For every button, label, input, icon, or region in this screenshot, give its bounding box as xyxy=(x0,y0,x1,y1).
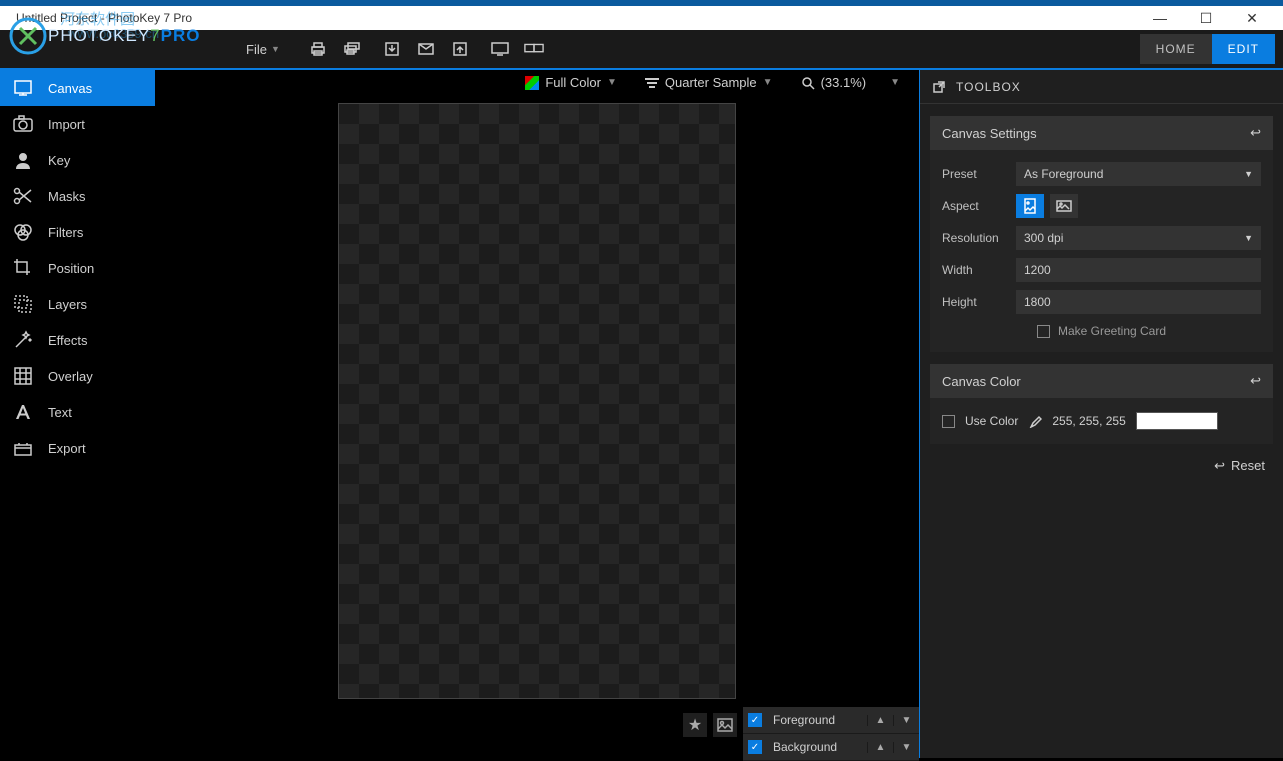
greeting-card-checkbox[interactable] xyxy=(1037,325,1050,338)
layers-icon xyxy=(12,293,34,315)
top-toolbar: PHOTOKEY7PRO 河东软件园 www.pc0359.cn File▼ H… xyxy=(0,30,1283,70)
grid-icon xyxy=(12,365,34,387)
person-icon xyxy=(12,149,34,171)
print-batch-icon[interactable] xyxy=(342,39,362,59)
sidebar-item-filters[interactable]: Filters xyxy=(0,214,155,250)
color-swatch[interactable] xyxy=(1136,412,1218,430)
maximize-button[interactable]: ☐ xyxy=(1183,6,1229,30)
undo-icon[interactable]: ↩ xyxy=(1250,373,1261,389)
canvas-icon xyxy=(12,77,34,99)
sidebar-item-key[interactable]: Key xyxy=(0,142,155,178)
sample-dropdown[interactable]: Quarter Sample ▼ xyxy=(636,70,782,95)
scissors-icon xyxy=(12,185,34,207)
use-color-checkbox[interactable] xyxy=(942,415,955,428)
file-menu[interactable]: File▼ xyxy=(238,38,288,61)
image-icon[interactable] xyxy=(713,713,737,737)
resolution-select[interactable]: 300 dpi▼ xyxy=(1016,226,1261,250)
color-mode-dropdown[interactable]: Full Color ▼ xyxy=(516,70,626,95)
sidebar-item-layers[interactable]: Layers xyxy=(0,286,155,322)
zoom-dropdown[interactable]: (33.1%) ▼ xyxy=(792,70,909,95)
popout-icon[interactable] xyxy=(932,80,946,94)
toolbox-panel: TOOLBOX Canvas Settings ↩ Preset As Fore… xyxy=(919,70,1283,758)
canvas-preview[interactable] xyxy=(338,103,736,699)
sidebar-item-canvas[interactable]: Canvas xyxy=(0,70,155,106)
crop-icon xyxy=(12,257,34,279)
checkbox-background[interactable]: ✓ xyxy=(748,740,762,754)
canvas-toolbar: Full Color ▼ Quarter Sample ▼ (33.1%) ▼ xyxy=(155,70,919,95)
layer-row-background[interactable]: ✓ Background ▲ ▼ xyxy=(743,734,919,761)
panel-canvas-color[interactable]: Canvas Color ↩ xyxy=(930,364,1273,398)
reset-button[interactable]: ↩ Reset xyxy=(920,444,1283,488)
filters-icon xyxy=(12,221,34,243)
sidebar-item-masks[interactable]: Masks xyxy=(0,178,155,214)
move-up-icon[interactable]: ▲ xyxy=(867,715,893,726)
close-button[interactable]: ✕ xyxy=(1229,6,1275,30)
color-swatch-icon xyxy=(525,76,539,90)
checkbox-foreground[interactable]: ✓ xyxy=(748,713,762,727)
undo-icon[interactable]: ↩ xyxy=(1250,125,1261,141)
eyedropper-icon[interactable] xyxy=(1028,414,1042,428)
app-logo: PHOTOKEY7PRO xyxy=(8,16,200,56)
sample-icon xyxy=(645,76,659,90)
width-input[interactable]: 1200 xyxy=(1016,258,1261,282)
move-down-icon[interactable]: ▼ xyxy=(893,742,919,753)
star-icon[interactable]: ★ xyxy=(683,713,707,737)
sidebar-item-export[interactable]: Export xyxy=(0,430,155,466)
sidebar-item-overlay[interactable]: Overlay xyxy=(0,358,155,394)
panel-canvas-settings[interactable]: Canvas Settings ↩ xyxy=(930,116,1273,150)
sidebar: Canvas Import Key Masks Filters Position… xyxy=(0,70,155,758)
sidebar-item-position[interactable]: Position xyxy=(0,250,155,286)
minimize-button[interactable]: — xyxy=(1137,6,1183,30)
dual-monitor-icon[interactable] xyxy=(524,39,544,59)
print-icon[interactable] xyxy=(308,39,328,59)
tab-home[interactable]: HOME xyxy=(1140,34,1212,64)
reset-icon: ↩ xyxy=(1214,458,1225,474)
sidebar-item-text[interactable]: Text xyxy=(0,394,155,430)
email-icon[interactable] xyxy=(416,39,436,59)
export-icon xyxy=(12,437,34,459)
layer-row-foreground[interactable]: ✓ Foreground ▲ ▼ xyxy=(743,707,919,734)
move-down-icon[interactable]: ▼ xyxy=(893,715,919,726)
text-icon xyxy=(12,401,34,423)
search-icon xyxy=(801,76,815,90)
aspect-landscape-button[interactable] xyxy=(1050,194,1078,218)
sidebar-item-effects[interactable]: Effects xyxy=(0,322,155,358)
tab-edit[interactable]: EDIT xyxy=(1212,34,1275,64)
height-input[interactable]: 1800 xyxy=(1016,290,1261,314)
sidebar-item-import[interactable]: Import xyxy=(0,106,155,142)
download-icon[interactable] xyxy=(382,39,402,59)
camera-icon xyxy=(12,113,34,135)
preset-select[interactable]: As Foreground▼ xyxy=(1016,162,1261,186)
upload-icon[interactable] xyxy=(450,39,470,59)
monitor-icon[interactable] xyxy=(490,39,510,59)
wand-icon xyxy=(12,329,34,351)
aspect-portrait-button[interactable] xyxy=(1016,194,1044,218)
move-up-icon[interactable]: ▲ xyxy=(867,742,893,753)
